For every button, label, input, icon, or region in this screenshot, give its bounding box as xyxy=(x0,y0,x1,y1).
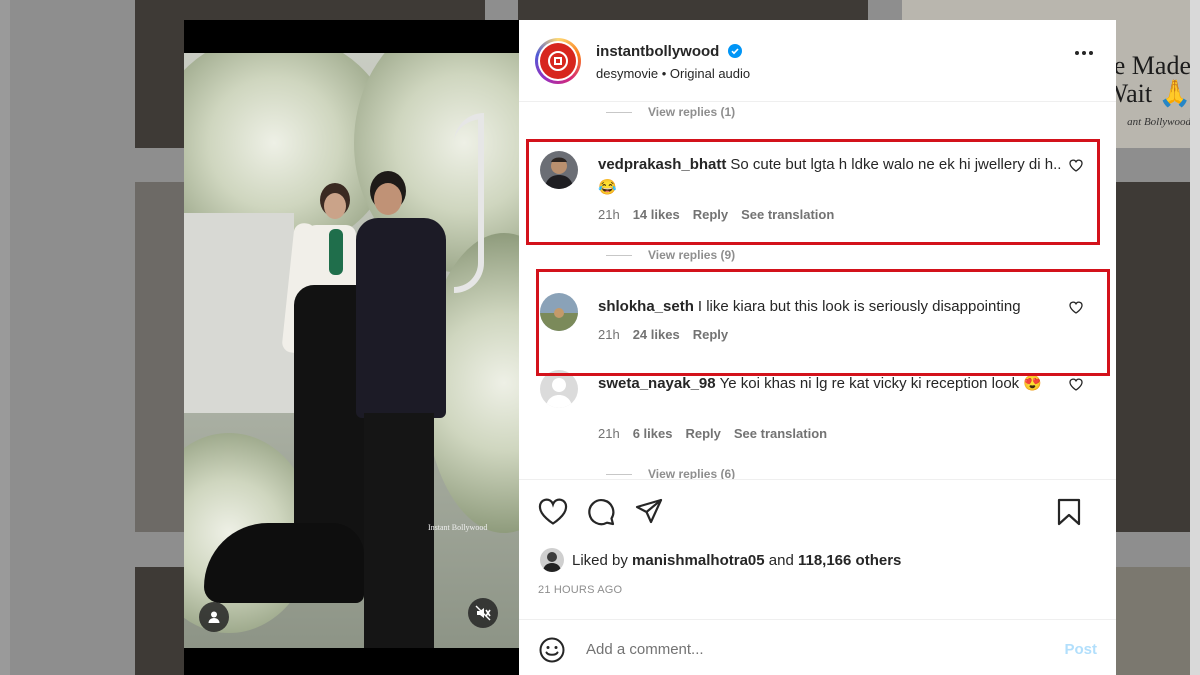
comment-like-icon[interactable] xyxy=(1069,378,1083,391)
comment-meta: 21h 6 likes Reply See translation xyxy=(598,426,827,441)
likes-prefix: Liked by xyxy=(572,551,628,569)
caption-line: Wait 🙏 xyxy=(1103,79,1191,108)
post-modal: Instant Bollywood instantbollywood desym… xyxy=(184,20,1116,675)
post-timestamp[interactable]: 21 HOURS AGO xyxy=(538,584,622,596)
comment-item: sweta_nayak_98 Ye koi khas ni lg re kat v… xyxy=(537,370,1097,450)
heart-icon[interactable] xyxy=(538,498,568,526)
post-side-panel: instantbollywood desymovie • Original au… xyxy=(519,20,1116,675)
post-header: instantbollywood desymovie • Original au… xyxy=(519,20,1116,102)
highlight-box xyxy=(526,139,1100,245)
account-logo xyxy=(540,43,576,79)
bookmark-icon[interactable] xyxy=(1056,498,1082,526)
emoji-icon[interactable] xyxy=(539,637,565,663)
account-avatar[interactable] xyxy=(535,38,581,84)
post-media[interactable]: Instant Bollywood xyxy=(184,20,519,675)
black-trousers xyxy=(364,413,434,648)
page-scrollbar[interactable] xyxy=(1190,0,1200,675)
clapperboard-logo-icon xyxy=(548,51,568,71)
account-username[interactable]: instantbollywood xyxy=(596,43,719,60)
view-replies-button[interactable]: View replies (6) xyxy=(606,467,735,479)
mute-button[interactable] xyxy=(468,598,498,628)
view-replies-button[interactable]: View replies (9) xyxy=(606,248,735,262)
more-icon[interactable] xyxy=(1074,50,1094,56)
caption-watermark: ant Bollywood xyxy=(1127,116,1191,128)
emerald-necklace xyxy=(329,229,343,275)
avatar-image xyxy=(540,548,564,572)
photo-watermark: Instant Bollywood xyxy=(428,523,488,532)
see-translation-button[interactable]: See translation xyxy=(734,426,827,441)
comment-time[interactable]: 21h xyxy=(598,426,620,441)
reply-button[interactable]: Reply xyxy=(685,426,720,441)
post-photo[interactable]: Instant Bollywood xyxy=(184,53,519,648)
comment-likes[interactable]: 6 likes xyxy=(633,426,673,441)
backdrop-panel xyxy=(184,213,294,413)
feed-tile[interactable] xyxy=(518,0,868,20)
page-left-edge xyxy=(0,0,10,675)
avatar-ring xyxy=(538,41,578,81)
send-icon[interactable] xyxy=(635,498,663,526)
post-actions: Liked by manishmalhotra05 and 118,166 ot… xyxy=(519,479,1116,619)
highlight-box xyxy=(536,269,1110,376)
comments-list[interactable]: View replies (1) vedprakash_bhatt So cute… xyxy=(519,103,1116,479)
person-face xyxy=(374,183,402,215)
comment-username[interactable]: sweta_nayak_98 xyxy=(598,375,716,392)
comment-input[interactable] xyxy=(586,634,1026,664)
post-comment-button[interactable]: Post xyxy=(1064,641,1097,658)
monogram-letter xyxy=(454,113,484,293)
likes-connector: and xyxy=(768,551,794,569)
comment-icon[interactable] xyxy=(587,498,615,526)
account-username-row: instantbollywood xyxy=(596,43,742,60)
muted-speaker-icon xyxy=(475,605,491,621)
likes-others-link[interactable]: 118,166 others xyxy=(798,552,901,569)
likes-summary: Liked by manishmalhotra05 and 118,166 ot… xyxy=(540,548,901,572)
feed-tile-caption: e Made Wait 🙏 ant Bollywood xyxy=(1104,52,1191,136)
person-face xyxy=(324,193,346,219)
caption-line: e Made xyxy=(1113,51,1191,80)
liker-avatar[interactable] xyxy=(540,548,564,572)
feed-tile[interactable] xyxy=(1116,567,1197,675)
comment-body: Ye koi khas ni lg re kat vicky ki recept… xyxy=(719,375,1043,392)
sequin-jacket xyxy=(356,218,446,418)
view-replies-button[interactable]: View replies (1) xyxy=(606,105,735,119)
liker-username[interactable]: manishmalhotra05 xyxy=(632,552,765,569)
audio-line[interactable]: desymovie • Original audio xyxy=(596,66,750,81)
user-tag-button[interactable] xyxy=(199,602,229,632)
feed-tile[interactable] xyxy=(1116,182,1197,532)
user-tag-icon xyxy=(208,611,220,623)
verified-badge-icon xyxy=(727,44,742,58)
add-comment-bar: Post xyxy=(519,619,1116,675)
